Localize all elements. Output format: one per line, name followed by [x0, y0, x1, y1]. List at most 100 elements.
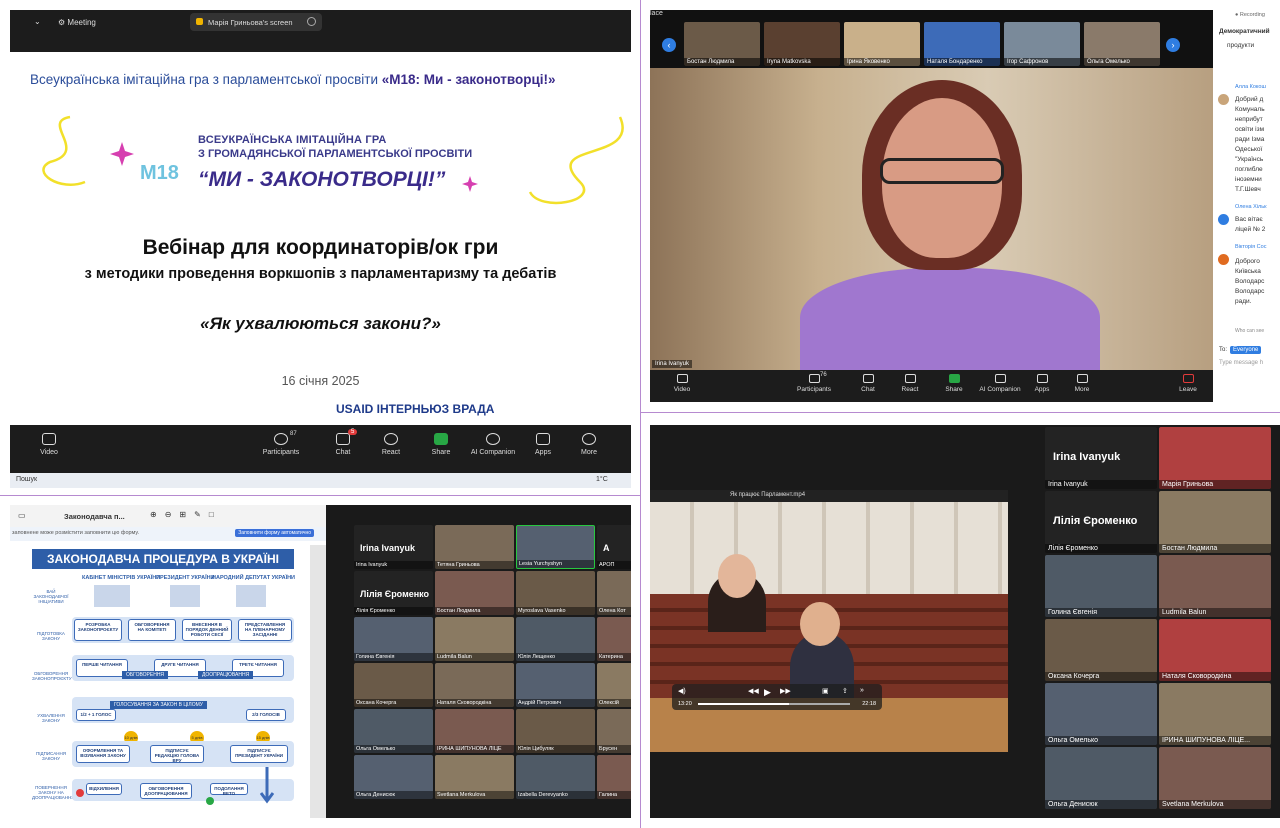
- next-page-button[interactable]: ›: [1166, 38, 1180, 52]
- prev-page-button[interactable]: ‹: [662, 38, 676, 52]
- participant-tile[interactable]: Myroslava Vasenko: [516, 571, 595, 615]
- play-icon[interactable]: ▶: [764, 687, 771, 698]
- video-button[interactable]: Video: [660, 374, 704, 393]
- participant-tile[interactable]: Голина Євгенія: [1045, 555, 1157, 617]
- procedure-stage-label: ВАЙ ЗАКОНОДАВЧОЇ ІНІЦІАТИВИ: [33, 589, 69, 604]
- react-button[interactable]: React: [888, 374, 932, 393]
- participant-tile[interactable]: Irina Ivanyuk Irina Ivanyuk: [1045, 427, 1157, 489]
- participant-name: Ольга Денисюк: [354, 791, 433, 799]
- participants-button[interactable]: Participants 87: [256, 431, 306, 456]
- participant-tile[interactable]: Катерина: [597, 617, 631, 661]
- participant-tile[interactable]: Галина: [597, 755, 631, 799]
- recipient-select[interactable]: Everyone: [1230, 346, 1262, 354]
- approval-dot: [206, 797, 214, 805]
- participant-display-name: Irina Ivanyuk: [360, 543, 416, 553]
- participants-button[interactable]: Participants 76: [792, 372, 836, 393]
- slide-header-text: Всеукраїнська імітаційна гра з парламент…: [30, 72, 382, 87]
- participant-name: Марія Гриньова: [1159, 480, 1271, 489]
- visibility-note[interactable]: Who can see: [1235, 328, 1264, 334]
- participant-tile[interactable]: Svetlana Merkulova: [435, 755, 514, 799]
- participant-tile[interactable]: Ольга Омелько: [354, 709, 433, 753]
- logo-line-2: З ГРОМАДЯНСЬКОЇ ПАРЛАМЕНТСЬКОЇ ПРОСВІТИ: [198, 148, 473, 160]
- video-button[interactable]: Video: [24, 433, 74, 456]
- chat-button[interactable]: Chat: [846, 374, 890, 393]
- participant-tile[interactable]: Ольга Денисюк: [1045, 747, 1157, 809]
- video-progress-track[interactable]: [698, 703, 850, 705]
- participant-tile[interactable]: Юлія Цибуляк: [516, 709, 595, 753]
- participant-tile[interactable]: Лілія Єроменко Лілія Єроменко: [354, 571, 433, 615]
- more-button[interactable]: More: [1060, 374, 1104, 393]
- participant-thumb[interactable]: Iryna Matkovska: [764, 22, 840, 66]
- volume-icon[interactable]: ◀): [678, 687, 686, 695]
- ai-companion-button[interactable]: AI Companion: [978, 374, 1022, 393]
- share-icon[interactable]: ⇪: [842, 687, 848, 695]
- react-button[interactable]: React: [366, 433, 416, 456]
- chevron-down-icon[interactable]: ⌄: [34, 17, 41, 26]
- participant-name: Ірина Яковенко: [844, 58, 920, 66]
- chat-message-input[interactable]: Type message h: [1219, 360, 1263, 366]
- procedure-step: ПІДПИСУЄ РЕДАКЦІЮ ГОЛОВА ВРУ: [150, 745, 204, 763]
- participant-tile[interactable]: Бостан Людмила: [435, 571, 514, 615]
- participant-tile[interactable]: Ольга Омелько: [1045, 683, 1157, 745]
- chat-line: "Українсь: [1235, 156, 1264, 163]
- apps-button[interactable]: Apps: [1020, 374, 1064, 393]
- ai-companion-button[interactable]: AI Companion: [468, 433, 518, 456]
- participant-thumb[interactable]: Наталя Бондаренко: [924, 22, 1000, 66]
- participant-tile[interactable]: Наталя Сковородкіна: [1159, 619, 1271, 681]
- taskbar-search[interactable]: Пошук: [16, 476, 37, 483]
- expand-icon[interactable]: »: [860, 687, 864, 694]
- autofill-form-button[interactable]: Заповнити форму автоматично: [235, 529, 314, 537]
- react-label: React: [381, 449, 401, 456]
- participant-tile[interactable]: Ольга Денисюк: [354, 755, 433, 799]
- participant-name: Lesia Yurchyshyn: [517, 560, 594, 568]
- participant-tile[interactable]: Андрій Петрович: [516, 663, 595, 707]
- participant-tile[interactable]: ІРИНА ШИПУНОВА ЛІЦЕ: [435, 709, 514, 753]
- screen-share-pill[interactable]: Марія Гриньова's screen: [190, 13, 322, 31]
- presentation-slide: Всеукраїнська імітаційна гра з парламент…: [10, 52, 631, 425]
- participant-thumb[interactable]: Ольга Омелько: [1084, 22, 1160, 66]
- arrow-down-icon: [260, 767, 274, 804]
- pip-icon[interactable]: ▣: [822, 687, 829, 695]
- more-button[interactable]: More: [564, 433, 614, 456]
- participant-tile[interactable]: Ludmila Balun: [435, 617, 514, 661]
- participant-thumb[interactable]: Ігор Сафронов: [1004, 22, 1080, 66]
- participant-tile[interactable]: Бостан Людмила: [1159, 491, 1271, 553]
- share-button[interactable]: Share: [932, 374, 976, 393]
- rewind-icon[interactable]: ◀◀: [748, 687, 759, 695]
- participant-tile[interactable]: Irina Ivanyuk Irina Ivanyuk: [354, 525, 433, 569]
- participant-tile[interactable]: Izabella Derevyanko: [516, 755, 595, 799]
- building-icon: [94, 585, 130, 607]
- participant-tile[interactable]: Брусен: [597, 709, 631, 753]
- share-button[interactable]: Share: [416, 433, 466, 456]
- leave-button[interactable]: Leave: [1166, 374, 1210, 393]
- participant-tile[interactable]: Голина Євгенія: [354, 617, 433, 661]
- participant-tile[interactable]: Ludmila Balun: [1159, 555, 1271, 617]
- chat-line: Одеської: [1235, 146, 1263, 153]
- participant-tile[interactable]: Марія Гриньова: [1159, 427, 1271, 489]
- meeting-label[interactable]: ⚙ Meeting: [58, 18, 96, 27]
- participant-tile[interactable]: Олексій: [597, 663, 631, 707]
- chat-button[interactable]: Chat 5: [318, 429, 368, 456]
- participant-tile[interactable]: Оксана Кочерга: [354, 663, 433, 707]
- document-scrollbar[interactable]: [310, 545, 326, 818]
- participant-tile[interactable]: Наталя Сковородкіна: [435, 663, 514, 707]
- participant-tile[interactable]: ІРИНА ШИПУНОВА ЛІЦЕ...: [1159, 683, 1271, 745]
- participant-tile[interactable]: Оксана Кочерга: [1045, 619, 1157, 681]
- participant-tile[interactable]: Олена Кот: [597, 571, 631, 615]
- apps-button[interactable]: Apps: [518, 433, 568, 456]
- participant-thumb[interactable]: Ірина Яковенко: [844, 22, 920, 66]
- participant-tile[interactable]: Svetlana Merkulova: [1159, 747, 1271, 809]
- fast-forward-icon[interactable]: ▶▶: [780, 687, 791, 695]
- participant-thumb[interactable]: Бостан Людмила: [684, 22, 760, 66]
- form-notice: заповнене може розмістити заповнити цю ф…: [10, 527, 326, 541]
- participant-tile[interactable]: Тетяна Гриньова: [435, 525, 514, 569]
- procedure-connector-label: ДООПРАЦЮВАННЯ: [198, 671, 254, 679]
- participant-tile[interactable]: Лілія Єроменко Лілія Єроменко: [1045, 491, 1157, 553]
- participant-name: Наталя Сковородкіна: [1159, 672, 1271, 681]
- stop-share-icon[interactable]: [307, 17, 316, 26]
- sidebar-icon[interactable]: ▭: [18, 511, 26, 520]
- toolbar-tools-icon[interactable]: ⊕⊖⊞✎□: [150, 510, 222, 519]
- participant-tile[interactable]: Юлія Лещенко: [516, 617, 595, 661]
- participant-tile[interactable]: Lesia Yurchyshyn: [516, 525, 595, 569]
- participant-tile[interactable]: А АРОП: [597, 525, 631, 569]
